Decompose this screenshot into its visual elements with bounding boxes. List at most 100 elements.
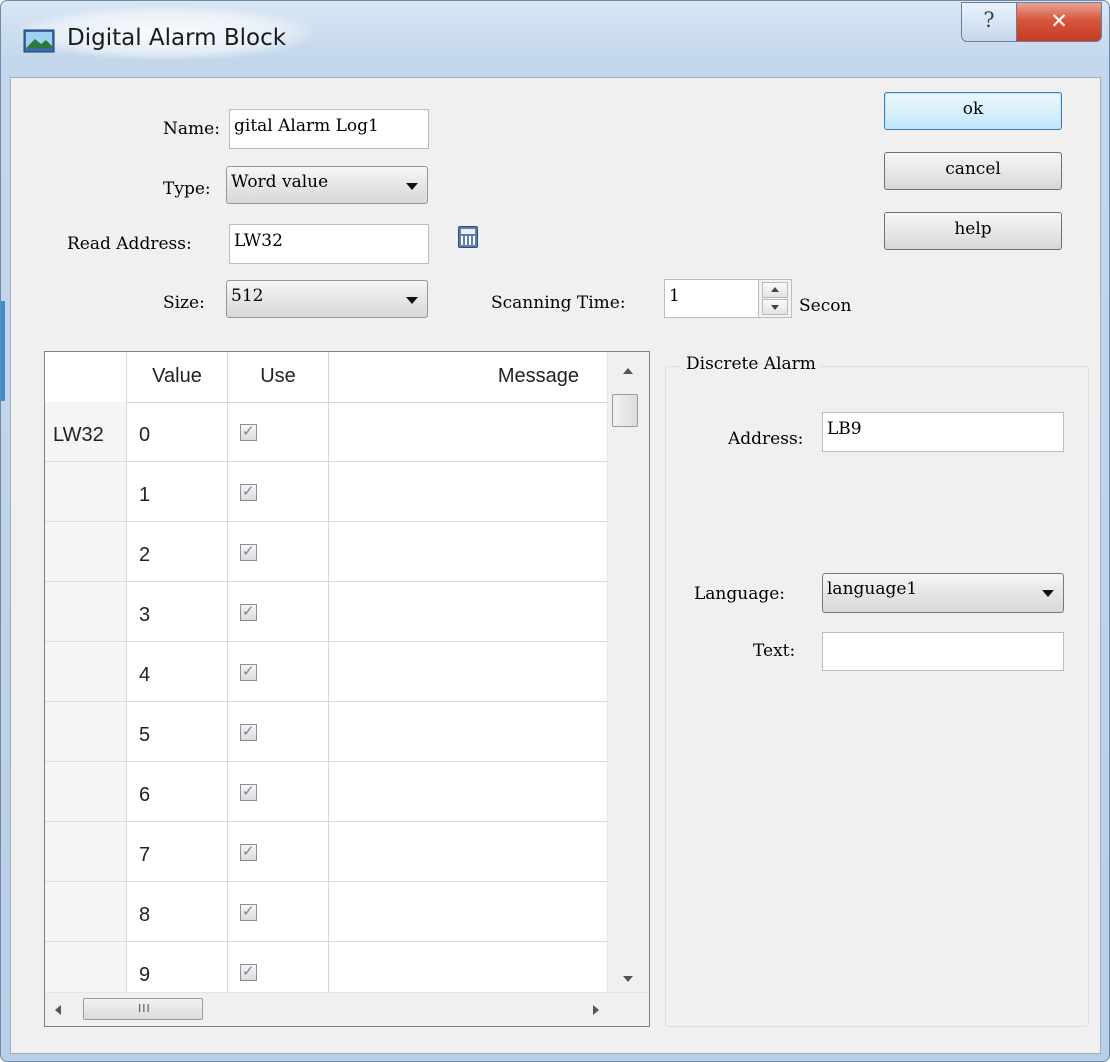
column-header-message[interactable]: Message bbox=[329, 352, 607, 402]
value-cell[interactable]: 4 bbox=[127, 642, 228, 702]
message-cell[interactable] bbox=[329, 762, 607, 822]
help-button[interactable]: help bbox=[884, 212, 1062, 250]
address-keypad-icon[interactable] bbox=[458, 226, 478, 248]
value-cell[interactable]: 8 bbox=[127, 882, 228, 942]
alarm-address-field[interactable]: LB9 bbox=[822, 412, 1064, 452]
value-cell[interactable]: 1 bbox=[127, 462, 228, 522]
use-cell bbox=[228, 522, 329, 582]
corner-header-cell bbox=[45, 352, 127, 402]
value-cell[interactable]: 2 bbox=[127, 522, 228, 582]
row-header-cell[interactable] bbox=[45, 522, 127, 582]
table-row[interactable]: 8 bbox=[45, 882, 607, 942]
use-checkbox[interactable] bbox=[240, 902, 257, 921]
scroll-down-icon[interactable] bbox=[623, 976, 633, 982]
table-row[interactable]: LW32 0 bbox=[45, 402, 607, 462]
value-cell[interactable]: 6 bbox=[127, 762, 228, 822]
use-cell bbox=[228, 582, 329, 642]
name-label: Name: bbox=[163, 119, 220, 139]
dialog-window: Digital Alarm Block ? ✕ Name: gital Alar… bbox=[0, 0, 1110, 1062]
language-select[interactable]: language1 bbox=[822, 573, 1064, 613]
spin-down-icon[interactable] bbox=[762, 299, 788, 315]
use-checkbox[interactable] bbox=[240, 542, 257, 561]
close-icon: ✕ bbox=[1050, 9, 1068, 33]
scroll-up-icon[interactable] bbox=[623, 368, 633, 374]
row-header-cell[interactable] bbox=[45, 762, 127, 822]
ok-button[interactable]: ok bbox=[884, 92, 1062, 130]
size-select[interactable]: 512 bbox=[226, 280, 428, 318]
row-header-cell[interactable] bbox=[45, 822, 127, 882]
column-header-value[interactable]: Value bbox=[127, 352, 228, 402]
table-row[interactable]: 6 bbox=[45, 762, 607, 822]
message-cell[interactable] bbox=[329, 882, 607, 942]
message-cell[interactable] bbox=[329, 582, 607, 642]
row-header-cell[interactable]: LW32 bbox=[45, 402, 127, 462]
window-edge-accent bbox=[1, 301, 5, 401]
message-cell[interactable] bbox=[329, 522, 607, 582]
use-checkbox[interactable] bbox=[240, 602, 257, 621]
scanning-time-spinner[interactable] bbox=[758, 279, 792, 318]
row-header-cell[interactable] bbox=[45, 642, 127, 702]
use-checkbox[interactable] bbox=[240, 842, 257, 861]
chevron-down-icon bbox=[1042, 590, 1054, 597]
window-title: Digital Alarm Block bbox=[67, 25, 287, 51]
scroll-right-icon[interactable] bbox=[593, 1005, 599, 1015]
table-row[interactable]: 2 bbox=[45, 522, 607, 582]
dialog-body: Name: gital Alarm Log1 Type: Word value … bbox=[10, 77, 1101, 1054]
grip-icon: III bbox=[138, 1002, 151, 1015]
row-header-cell[interactable] bbox=[45, 462, 127, 522]
table-row[interactable]: 4 bbox=[45, 642, 607, 702]
message-cell[interactable] bbox=[329, 642, 607, 702]
use-cell bbox=[228, 762, 329, 822]
scroll-left-icon[interactable] bbox=[55, 1005, 61, 1015]
message-cell[interactable] bbox=[329, 402, 607, 462]
type-select[interactable]: Word value bbox=[226, 166, 428, 204]
alarm-text-field[interactable] bbox=[822, 632, 1064, 671]
titlebar-close-button[interactable]: ✕ bbox=[1016, 2, 1102, 42]
value-cell[interactable]: 0 bbox=[127, 402, 228, 462]
message-cell[interactable] bbox=[329, 822, 607, 882]
name-field[interactable]: gital Alarm Log1 bbox=[229, 109, 429, 149]
table-row[interactable]: 7 bbox=[45, 822, 607, 882]
use-checkbox[interactable] bbox=[240, 422, 257, 441]
use-checkbox[interactable] bbox=[240, 662, 257, 681]
vertical-scroll-thumb[interactable] bbox=[612, 394, 638, 427]
size-select-value: 512 bbox=[231, 286, 264, 306]
titlebar-help-button[interactable]: ? bbox=[961, 2, 1017, 42]
use-checkbox[interactable] bbox=[240, 482, 257, 501]
use-cell bbox=[228, 882, 329, 942]
alarm-table: Value Use Message LW320123456789 III bbox=[44, 351, 650, 1027]
horizontal-scrollbar[interactable]: III bbox=[45, 992, 649, 1026]
value-cell[interactable]: 7 bbox=[127, 822, 228, 882]
app-icon bbox=[23, 29, 55, 53]
discrete-alarm-title: Discrete Alarm bbox=[681, 354, 821, 374]
scanning-time-field[interactable]: 1 bbox=[664, 279, 760, 318]
column-header-use[interactable]: Use bbox=[228, 352, 329, 402]
message-cell[interactable] bbox=[329, 702, 607, 762]
use-cell bbox=[228, 702, 329, 762]
scanning-time-unit: Secon bbox=[799, 296, 852, 316]
use-cell bbox=[228, 642, 329, 702]
read-address-field[interactable]: LW32 bbox=[229, 224, 429, 264]
spin-up-icon[interactable] bbox=[762, 282, 788, 298]
use-cell bbox=[228, 462, 329, 522]
vertical-scrollbar[interactable] bbox=[607, 352, 649, 992]
language-select-value: language1 bbox=[827, 579, 918, 599]
chevron-down-icon bbox=[406, 183, 418, 190]
table-row[interactable]: 1 bbox=[45, 462, 607, 522]
use-checkbox[interactable] bbox=[240, 722, 257, 741]
row-header-cell[interactable] bbox=[45, 702, 127, 762]
value-cell[interactable]: 3 bbox=[127, 582, 228, 642]
table-row[interactable]: 5 bbox=[45, 702, 607, 762]
cancel-button[interactable]: cancel bbox=[884, 152, 1062, 190]
row-header-cell[interactable] bbox=[45, 882, 127, 942]
type-label: Type: bbox=[163, 179, 211, 199]
title-bar[interactable]: Digital Alarm Block ? ✕ bbox=[1, 1, 1109, 79]
horizontal-scroll-thumb[interactable]: III bbox=[83, 998, 203, 1020]
table-header: Value Use Message bbox=[45, 352, 607, 403]
row-header-cell[interactable] bbox=[45, 582, 127, 642]
use-checkbox[interactable] bbox=[240, 782, 257, 801]
message-cell[interactable] bbox=[329, 462, 607, 522]
use-checkbox[interactable] bbox=[240, 962, 257, 981]
table-row[interactable]: 3 bbox=[45, 582, 607, 642]
value-cell[interactable]: 5 bbox=[127, 702, 228, 762]
